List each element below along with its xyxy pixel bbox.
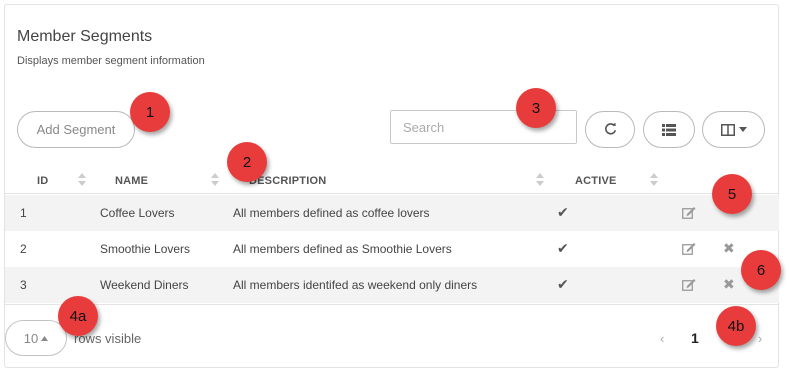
row-id: 2	[20, 242, 27, 256]
delete-icon[interactable]: ✖	[723, 240, 735, 257]
active-check-icon: ✔	[557, 204, 569, 220]
pager-page-1[interactable]: 1	[691, 330, 699, 346]
footer-divider	[5, 304, 779, 305]
table-row[interactable]: 1 Coffee Lovers All members defined as c…	[5, 195, 779, 231]
edit-icon[interactable]	[682, 278, 696, 291]
refresh-button[interactable]	[585, 111, 635, 148]
row-description: All members defined as Smoothie Lovers	[233, 242, 452, 256]
sort-icon[interactable]	[78, 173, 86, 187]
sort-icon[interactable]	[211, 173, 219, 187]
row-description: All members defined as coffee lovers	[233, 206, 430, 220]
active-check-icon: ✔	[557, 276, 569, 292]
row-description: All members identifed as weekend only di…	[233, 278, 478, 292]
refresh-icon	[604, 123, 616, 135]
column-header-name[interactable]: NAME	[115, 175, 148, 187]
callout-6: 6	[741, 250, 787, 296]
delete-icon[interactable]: ✖	[723, 276, 735, 293]
pager-prev-button[interactable]: ‹	[660, 331, 664, 346]
caret-down-icon	[738, 127, 747, 132]
column-header-id[interactable]: ID	[37, 175, 48, 187]
table-header: ID NAME DESCRIPTION ACTIVE	[5, 166, 779, 194]
edit-icon[interactable]	[682, 206, 696, 219]
add-segment-button[interactable]: Add Segment	[17, 111, 135, 148]
columns-icon	[720, 123, 735, 136]
caret-up-icon	[41, 335, 49, 341]
sort-icon[interactable]	[650, 173, 658, 187]
page-subtitle: Displays member segment information	[17, 55, 205, 67]
columns-dropdown-button[interactable]	[702, 111, 765, 148]
callout-4b: 4b	[716, 306, 762, 352]
callout-3: 3	[516, 88, 562, 134]
row-id: 1	[20, 206, 27, 220]
callout-2: 2	[227, 142, 273, 188]
column-header-active[interactable]: ACTIVE	[575, 175, 617, 187]
row-name: Smoothie Lovers	[100, 242, 191, 256]
callout-4a: 4a	[58, 296, 104, 342]
callout-1: 1	[130, 92, 176, 138]
list-icon	[662, 123, 676, 136]
row-name: Weekend Diners	[100, 278, 189, 292]
active-check-icon: ✔	[557, 240, 569, 256]
list-view-button[interactable]	[643, 111, 695, 148]
table-row[interactable]: 2 Smoothie Lovers All members defined as…	[5, 231, 779, 267]
page-size-value: 10	[23, 330, 39, 346]
table-row[interactable]: 3 Weekend Diners All members identifed a…	[5, 267, 779, 303]
page-title: Member Segments	[17, 28, 153, 45]
callout-5: 5	[712, 174, 758, 220]
row-name: Coffee Lovers	[100, 206, 175, 220]
sort-icon[interactable]	[536, 173, 544, 187]
edit-icon[interactable]	[682, 242, 696, 255]
row-id: 3	[20, 278, 27, 292]
